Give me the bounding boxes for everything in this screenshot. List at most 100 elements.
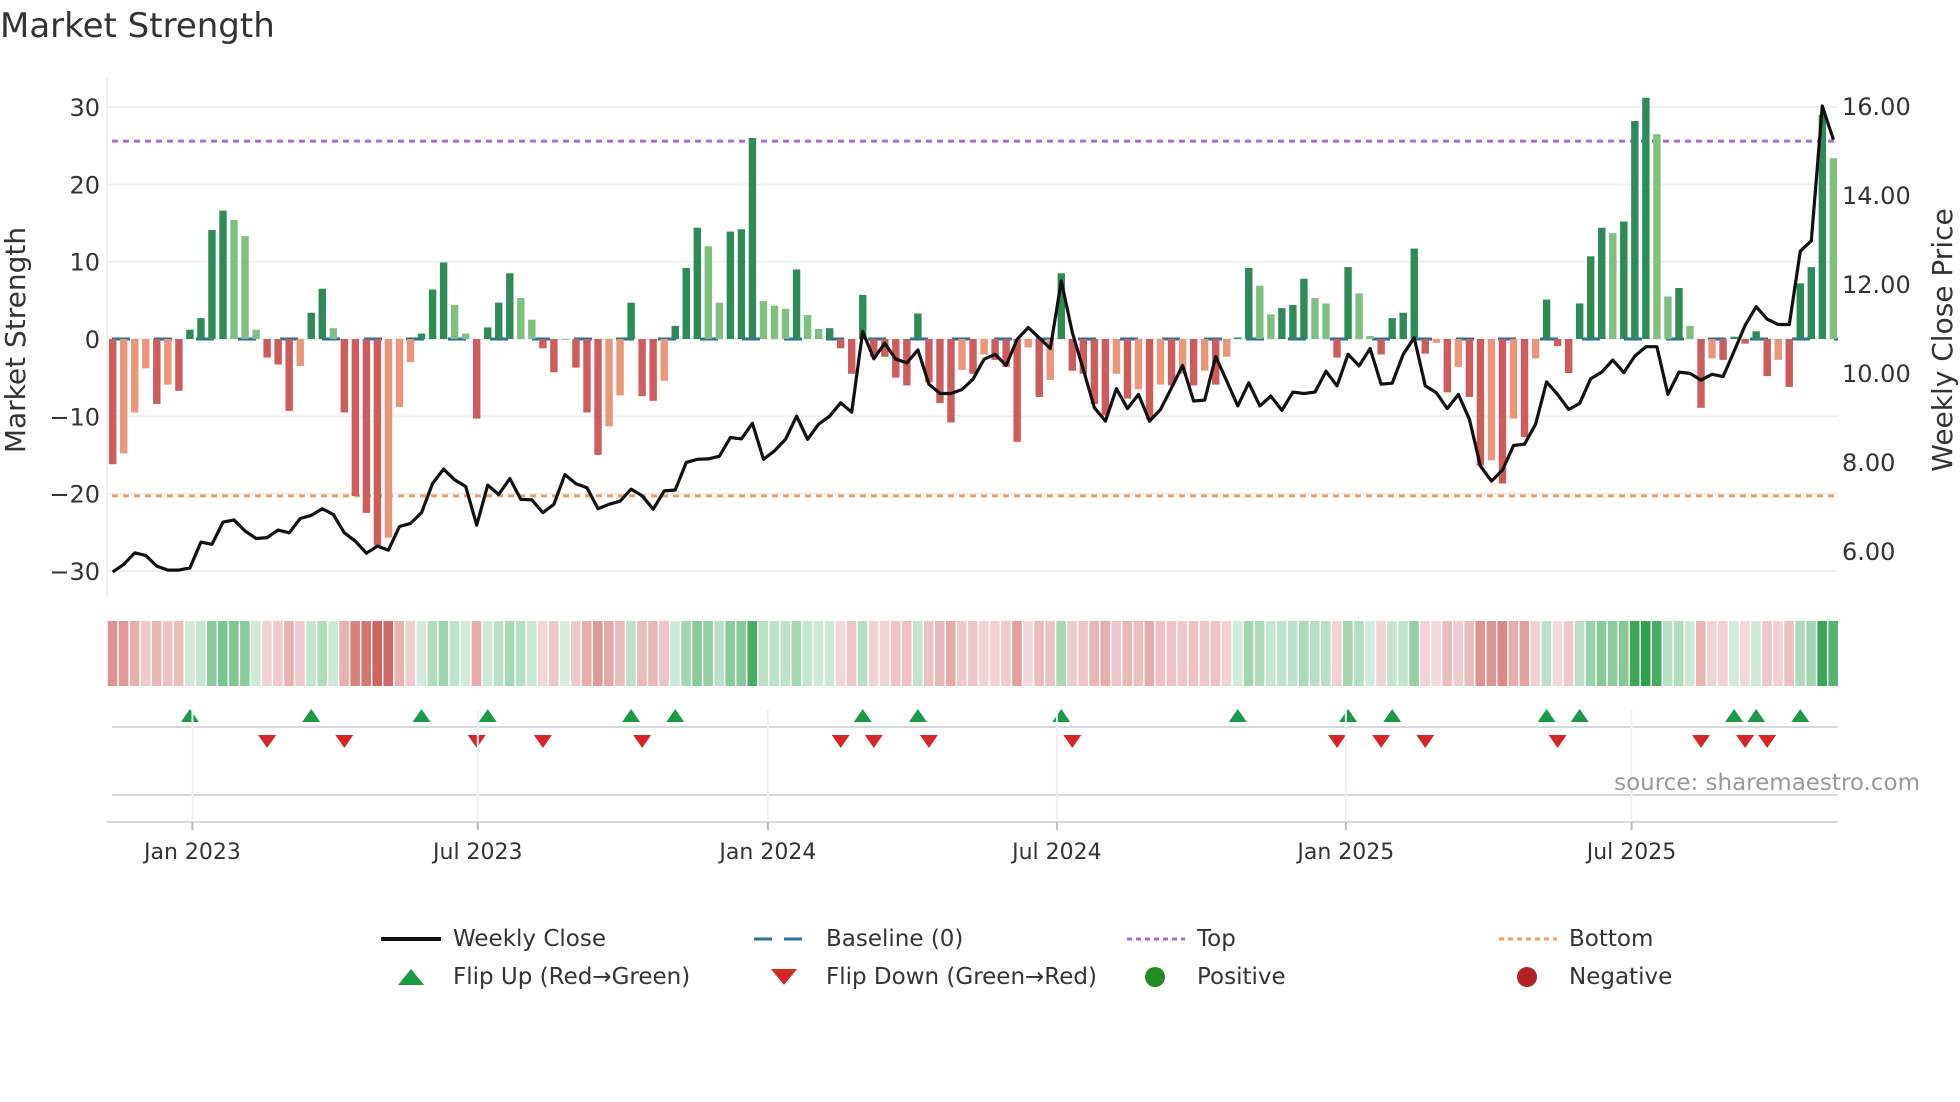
strength-bar <box>958 339 966 370</box>
strength-bar <box>285 339 293 411</box>
strength-bar <box>1587 256 1595 339</box>
heat-cell <box>195 621 206 686</box>
heat-cell <box>306 621 316 686</box>
strength-bar <box>197 318 205 339</box>
heat-cell <box>361 621 371 686</box>
y2-tick-label: 16.00 <box>1842 93 1911 121</box>
heat-cell <box>471 621 482 686</box>
y2-tick-label: 12.00 <box>1842 271 1911 299</box>
dotted-orange-line-icon <box>1497 927 1557 951</box>
flip-down-marker <box>335 735 354 748</box>
strength-bar <box>1708 339 1716 359</box>
flip-up-marker <box>908 709 927 722</box>
strength-bar <box>263 339 271 358</box>
strength-bar <box>120 339 128 454</box>
heat-cell <box>173 621 184 686</box>
strength-bar <box>241 236 249 339</box>
flip-up-marker <box>1052 709 1071 722</box>
strength-bar <box>1145 339 1154 420</box>
strength-bar <box>186 329 194 339</box>
heat-cell <box>835 621 846 686</box>
strength-bar <box>1333 339 1341 358</box>
strength-bar <box>1189 339 1198 386</box>
heat-cell <box>372 621 383 686</box>
strength-bar <box>1443 339 1452 393</box>
strength-bar <box>1763 339 1771 377</box>
y2-axis-label: Weekly Close Price <box>1926 208 1959 471</box>
strength-bar <box>1156 339 1165 385</box>
heat-cell <box>1354 621 1364 686</box>
dotted-purple-line-icon <box>1125 927 1185 951</box>
strength-bar <box>1024 339 1032 348</box>
heat-cell <box>637 621 647 686</box>
heat-cell <box>1707 621 1717 686</box>
heat-cell <box>570 621 581 686</box>
heat-cell <box>1298 621 1309 686</box>
heat-cell <box>791 621 802 686</box>
strength-bar <box>1200 339 1209 371</box>
strength-bar <box>484 327 492 339</box>
strength-bar <box>1421 339 1429 354</box>
heat-cell <box>339 621 349 686</box>
heat-cell <box>1607 621 1618 686</box>
legend-negative: Negative <box>1497 964 1672 990</box>
strength-bar <box>605 339 613 427</box>
strength-bar <box>1366 335 1374 339</box>
strength-bar <box>164 339 172 385</box>
heat-cell <box>449 621 460 686</box>
strength-bar <box>781 308 790 339</box>
strength-bar <box>1675 287 1683 339</box>
strength-bar <box>980 339 988 355</box>
heat-cell <box>284 621 294 686</box>
strength-bar <box>1432 339 1440 343</box>
strength-bar <box>682 267 690 339</box>
heat-cell <box>1442 621 1452 686</box>
heat-cell <box>1751 621 1761 686</box>
heat-cell <box>670 621 680 686</box>
strength-bar <box>649 339 657 401</box>
strength-bar <box>175 339 183 391</box>
heat-cell <box>1420 621 1430 686</box>
strength-bar <box>561 339 569 340</box>
heat-cell <box>383 621 394 686</box>
strength-bar <box>1344 267 1352 339</box>
heat-cell <box>879 621 890 686</box>
strength-bar <box>428 289 437 339</box>
strength-bar <box>947 339 955 423</box>
flip-down-marker <box>831 735 850 748</box>
heat-cell <box>295 621 305 686</box>
strength-bar <box>153 339 161 404</box>
flip-up-marker <box>1791 709 1810 722</box>
strength-bar <box>814 328 823 339</box>
strength-bar <box>1245 267 1253 339</box>
strength-bar <box>307 312 315 339</box>
heat-cell <box>1431 621 1441 686</box>
strength-bar <box>1807 267 1816 339</box>
strength-bar <box>1531 339 1540 359</box>
heat-cell <box>1034 621 1044 686</box>
strength-bar <box>208 230 216 339</box>
heat-cell <box>1232 621 1243 686</box>
strength-bar <box>1664 296 1672 339</box>
heat-cell <box>184 621 195 686</box>
strength-bar <box>472 339 481 419</box>
strength-bar <box>528 319 536 339</box>
x-tick-label: Jul 2023 <box>431 840 523 865</box>
strength-bar <box>362 339 371 513</box>
heat-cell <box>515 621 526 686</box>
strength-bar <box>1719 339 1727 360</box>
heat-cell <box>868 621 879 686</box>
strength-bar <box>1741 339 1749 344</box>
heat-strip <box>107 621 1838 686</box>
flip-down-marker <box>258 735 277 748</box>
strength-bar <box>1399 312 1407 339</box>
heat-cell <box>758 621 769 686</box>
heat-cell <box>118 621 129 686</box>
heat-cell <box>140 621 151 686</box>
heat-cell <box>1806 621 1816 686</box>
heat-cell <box>1618 621 1629 686</box>
heat-cell <box>1067 621 1077 686</box>
flip-up-marker <box>478 709 497 722</box>
strength-bar <box>142 339 150 369</box>
flip-down-marker <box>919 735 938 748</box>
